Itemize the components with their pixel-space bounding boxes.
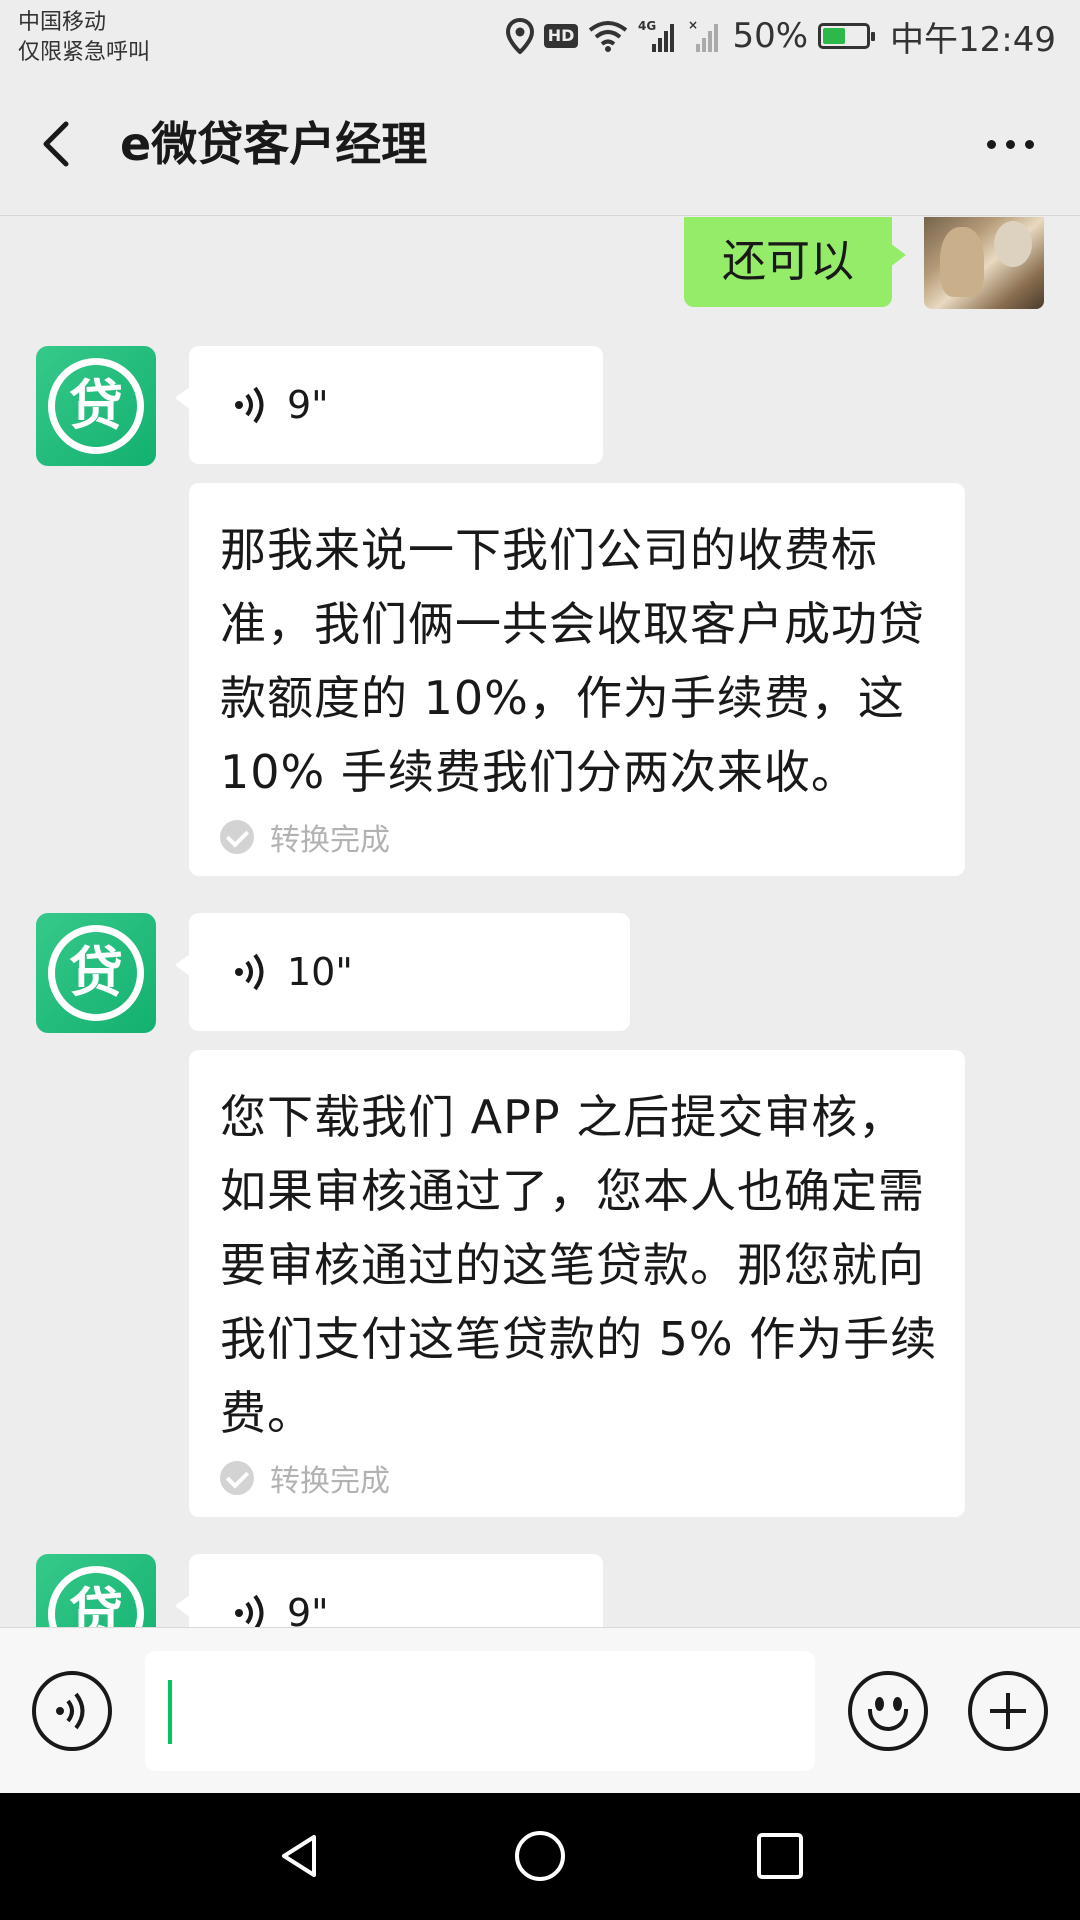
system-nav-bar <box>0 1793 1080 1920</box>
voice-toggle-button[interactable] <box>32 1671 112 1751</box>
system-recent-apps-icon[interactable] <box>747 1823 813 1889</box>
voice-wave-icon <box>235 953 264 991</box>
own-text-bubble[interactable]: 还可以 <box>684 217 906 307</box>
svg-text:4G: 4G <box>638 19 656 33</box>
hd-icon: HD <box>543 24 579 48</box>
bot-avatar[interactable]: 贷 <box>36 346 156 466</box>
input-bar <box>0 1627 1080 1793</box>
bot-avatar[interactable]: 贷 <box>36 1554 156 1627</box>
emoji-icon-mouth <box>868 1709 908 1731</box>
more-dot <box>986 139 996 149</box>
chevron-left-icon <box>43 121 69 167</box>
status-bar: 中国移动 仅限紧急呼叫 HD 4G × 50% 中午12:49 <box>0 0 1080 72</box>
check-circle-icon <box>220 1461 254 1495</box>
location-icon <box>505 18 534 54</box>
voice-message[interactable]: 9" <box>175 346 603 464</box>
clock: 中午12:49 <box>890 19 1056 60</box>
message-list[interactable]: 还可以 贷 9" 那我来说一下我们公司的收费标准，我们俩一共会收取客户成功贷款额… <box>0 217 1080 1627</box>
transcript-text: 您下载我们 APP 之后提交审核，如果审核通过了，您本人也确定需要审核通过的这笔… <box>220 1090 938 1440</box>
chat-header: e微贷客户经理 <box>0 72 1080 216</box>
transcript-status: 转换完成 <box>220 1456 945 1500</box>
emergency-only-label: 仅限紧急呼叫 <box>18 40 151 65</box>
voice-wave-icon <box>235 1594 264 1627</box>
avatar-cat-shape <box>994 221 1032 267</box>
status-icons: HD 4G × 50% 中午12:49 <box>505 14 1056 60</box>
signal-icon: 4G <box>638 19 675 52</box>
emoji-button[interactable] <box>848 1671 928 1751</box>
more-dot <box>1024 139 1034 149</box>
transcript-status: 转换完成 <box>220 815 945 859</box>
voice-message[interactable]: 10" <box>175 913 630 1031</box>
carrier-name: 中国移动 <box>18 10 107 35</box>
more-dot <box>1005 139 1015 149</box>
text-caret <box>168 1680 172 1744</box>
chat-title: e微贷客户经理 <box>120 117 428 171</box>
voice-message[interactable]: 9" <box>175 1554 603 1627</box>
bot-avatar[interactable]: 贷 <box>36 913 156 1033</box>
back-button[interactable] <box>30 112 90 176</box>
transcript-text: 那我来说一下我们公司的收费标准，我们俩一共会收取客户成功贷款额度的 10%，作为… <box>220 523 925 799</box>
voice-wave-icon <box>235 386 264 424</box>
avatar-cat-shape <box>940 227 984 297</box>
voice-duration: 9" <box>287 1591 329 1627</box>
loan-logo: 贷 <box>48 925 144 1021</box>
transcript-status-label: 转换完成 <box>270 823 390 858</box>
transcript-status-label: 转换完成 <box>270 1464 390 1499</box>
voice-duration: 10" <box>287 950 353 994</box>
system-home-icon[interactable] <box>507 1823 573 1889</box>
plus-button[interactable] <box>968 1671 1048 1751</box>
own-avatar[interactable] <box>924 217 1044 309</box>
svg-text:×: × <box>688 18 698 32</box>
battery-percent: 50% <box>732 16 809 56</box>
battery-icon <box>818 23 876 49</box>
message-input[interactable] <box>145 1651 815 1771</box>
voice-transcript[interactable]: 您下载我们 APP 之后提交审核，如果审核通过了，您本人也确定需要审核通过的这笔… <box>189 1050 965 1517</box>
voice-toggle-icon <box>56 1692 85 1730</box>
loan-logo: 贷 <box>48 1566 144 1627</box>
loan-logo: 贷 <box>48 358 144 454</box>
battery-fill <box>823 28 846 44</box>
check-circle-icon <box>220 820 254 854</box>
voice-duration: 9" <box>287 383 329 427</box>
carrier-info: 中国移动 仅限紧急呼叫 <box>18 8 150 68</box>
system-back-icon[interactable] <box>266 1823 332 1889</box>
more-button[interactable] <box>970 112 1050 176</box>
no-signal-icon: × <box>688 18 719 52</box>
voice-transcript[interactable]: 那我来说一下我们公司的收费标准，我们俩一共会收取客户成功贷款额度的 10%，作为… <box>189 483 965 876</box>
wifi-icon <box>589 21 628 52</box>
